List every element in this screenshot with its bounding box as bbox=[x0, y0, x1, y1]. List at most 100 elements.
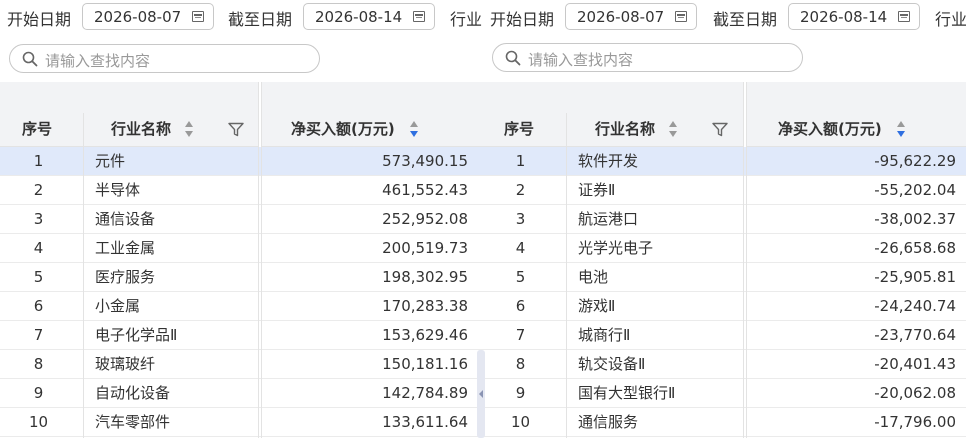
table-row[interactable]: 4 工业金属 200,519.73 bbox=[0, 234, 483, 263]
column-divider bbox=[258, 82, 259, 438]
row-index: 7 bbox=[33, 326, 44, 344]
table-row[interactable]: 6 小金属 170,283.38 bbox=[0, 292, 483, 321]
panel-resize-handle[interactable] bbox=[477, 350, 485, 438]
filter-icon[interactable] bbox=[712, 122, 728, 137]
table-row[interactable]: 5 电池 -25,905.81 bbox=[483, 263, 966, 292]
table-row[interactable]: 4 光学光电子 -26,658.68 bbox=[483, 234, 966, 263]
row-net-buy: -55,202.04 bbox=[874, 181, 956, 199]
row-index: 2 bbox=[33, 181, 44, 199]
row-industry-name: 光学光电子 bbox=[578, 239, 654, 257]
sort-desc-icon[interactable] bbox=[410, 121, 418, 139]
table-row[interactable]: 7 电子化学品Ⅱ 153,629.46 bbox=[0, 321, 483, 350]
row-net-buy: 573,490.15 bbox=[382, 152, 468, 170]
calendar-icon[interactable] bbox=[675, 11, 687, 22]
calendar-icon[interactable] bbox=[192, 11, 204, 22]
column-divider bbox=[83, 113, 84, 438]
search-placeholder: 请输入查找内容 bbox=[45, 52, 151, 70]
column-divider bbox=[746, 82, 747, 438]
table-header-spacer bbox=[262, 82, 483, 113]
row-industry-name: 通信设备 bbox=[95, 210, 156, 228]
row-index: 1 bbox=[515, 152, 526, 170]
row-industry-name: 城商行Ⅱ bbox=[578, 326, 631, 344]
column-header-net-buy[interactable]: 净买入额(万元) bbox=[778, 113, 882, 146]
table-header-spacer bbox=[483, 82, 743, 113]
table-row[interactable]: 9 国有大型银行Ⅱ -20,062.08 bbox=[483, 379, 966, 408]
table-row[interactable]: 1 元件 573,490.15 bbox=[0, 147, 483, 176]
table-header: 序号 行业名称 bbox=[483, 113, 743, 147]
table-row[interactable]: 6 游戏Ⅱ -24,240.74 bbox=[483, 292, 966, 321]
start-date-value: 2026-08-07 bbox=[94, 8, 182, 26]
column-divider bbox=[566, 113, 567, 438]
calendar-icon[interactable] bbox=[413, 11, 425, 22]
search-placeholder: 请输入查找内容 bbox=[528, 51, 634, 69]
row-net-buy: -25,905.81 bbox=[874, 268, 956, 286]
net-outflow-panel: 开始日期 2026-08-07 截至日期 2026-08-14 行业 请输入查找… bbox=[483, 0, 966, 438]
end-date-value: 2026-08-14 bbox=[315, 8, 403, 26]
row-net-buy: 153,629.46 bbox=[382, 326, 468, 344]
start-date-input[interactable]: 2026-08-07 bbox=[565, 3, 697, 30]
column-header-industry[interactable]: 行业名称 bbox=[111, 113, 171, 146]
start-date-input[interactable]: 2026-08-07 bbox=[82, 3, 214, 30]
search-input[interactable]: 请输入查找内容 bbox=[9, 44, 320, 73]
table-header-spacer bbox=[0, 82, 258, 113]
column-divider bbox=[743, 82, 744, 438]
row-index: 3 bbox=[33, 210, 44, 228]
row-net-buy: 150,181.16 bbox=[382, 355, 468, 373]
table-row[interactable]: 10 通信服务 -17,796.00 bbox=[483, 408, 966, 437]
row-index: 6 bbox=[33, 297, 44, 315]
row-index: 9 bbox=[33, 384, 44, 402]
row-index: 4 bbox=[33, 239, 44, 257]
row-index: 5 bbox=[515, 268, 526, 286]
search-input[interactable]: 请输入查找内容 bbox=[492, 43, 803, 72]
row-index: 7 bbox=[515, 326, 526, 344]
column-header-index: 序号 bbox=[504, 120, 535, 138]
start-date-value: 2026-08-07 bbox=[577, 8, 665, 26]
end-date-input[interactable]: 2026-08-14 bbox=[788, 3, 920, 30]
column-header-industry[interactable]: 行业名称 bbox=[595, 113, 655, 146]
row-index: 1 bbox=[33, 152, 44, 170]
row-net-buy: -26,658.68 bbox=[874, 239, 956, 257]
table-row[interactable]: 3 航运港口 -38,002.37 bbox=[483, 205, 966, 234]
row-index: 3 bbox=[515, 210, 526, 228]
sort-desc-icon[interactable] bbox=[897, 121, 905, 139]
table-row[interactable]: 2 证券Ⅱ -55,202.04 bbox=[483, 176, 966, 205]
sort-icon[interactable] bbox=[669, 121, 677, 139]
table-row[interactable]: 8 玻璃玻纤 150,181.16 bbox=[0, 350, 483, 379]
table-row[interactable]: 3 通信设备 252,952.08 bbox=[0, 205, 483, 234]
table-row[interactable]: 1 软件开发 -95,622.29 bbox=[483, 147, 966, 176]
table-row[interactable]: 8 轨交设备Ⅱ -20,401.43 bbox=[483, 350, 966, 379]
row-net-buy: 198,302.95 bbox=[382, 268, 468, 286]
table-header: 序号 行业名称 bbox=[0, 113, 258, 147]
row-industry-name: 国有大型银行Ⅱ bbox=[578, 384, 676, 402]
date-filter-bar: 开始日期 2026-08-07 截至日期 2026-08-14 行业 bbox=[0, 0, 483, 36]
table-row[interactable]: 9 自动化设备 142,784.89 bbox=[0, 379, 483, 408]
table-row[interactable]: 2 半导体 461,552.43 bbox=[0, 176, 483, 205]
column-header-net-buy[interactable]: 净买入额(万元) bbox=[291, 113, 395, 146]
row-industry-name: 证券Ⅱ bbox=[578, 181, 616, 199]
row-net-buy: -20,062.08 bbox=[874, 384, 956, 402]
end-date-label: 截至日期 bbox=[228, 10, 293, 29]
row-industry-name: 自动化设备 bbox=[95, 384, 171, 402]
table-row[interactable]: 10 汽车零部件 133,611.64 bbox=[0, 408, 483, 437]
end-date-input[interactable]: 2026-08-14 bbox=[303, 3, 435, 30]
column-divider bbox=[261, 82, 262, 438]
row-industry-name: 电池 bbox=[578, 268, 609, 286]
filter-icon[interactable] bbox=[228, 122, 244, 137]
end-date-label: 截至日期 bbox=[713, 10, 778, 29]
industry-filter-label: 行业 bbox=[450, 10, 483, 29]
row-net-buy: -23,770.64 bbox=[874, 326, 956, 344]
row-net-buy: -95,622.29 bbox=[874, 152, 956, 170]
row-index: 8 bbox=[515, 355, 526, 373]
calendar-icon[interactable] bbox=[898, 11, 910, 22]
row-industry-name: 元件 bbox=[95, 152, 126, 170]
table-header: 净买入额(万元) bbox=[262, 113, 483, 147]
table-row[interactable]: 7 城商行Ⅱ -23,770.64 bbox=[483, 321, 966, 350]
sort-icon[interactable] bbox=[185, 121, 193, 139]
row-industry-name: 轨交设备Ⅱ bbox=[578, 355, 646, 373]
row-net-buy: -17,796.00 bbox=[874, 413, 956, 431]
row-net-buy: 170,283.38 bbox=[382, 297, 468, 315]
row-industry-name: 医疗服务 bbox=[95, 268, 156, 286]
row-net-buy: 461,552.43 bbox=[382, 181, 468, 199]
row-industry-name: 电子化学品Ⅱ bbox=[95, 326, 178, 344]
table-row[interactable]: 5 医疗服务 198,302.95 bbox=[0, 263, 483, 292]
